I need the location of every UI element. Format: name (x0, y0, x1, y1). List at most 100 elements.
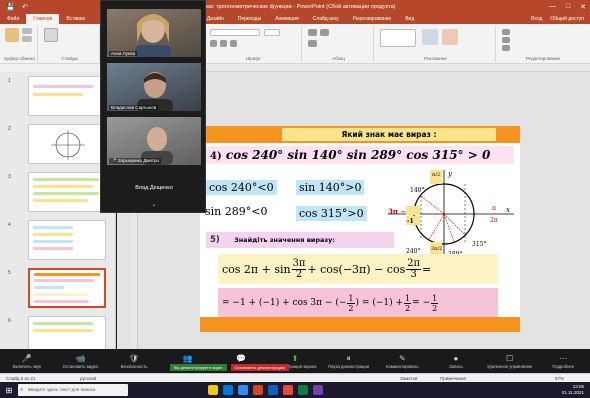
task-5-text: Знайдіть значення виразу: (234, 236, 336, 244)
shapes-gallery[interactable] (380, 29, 416, 47)
undo-icon[interactable]: ↶ (22, 3, 28, 11)
ppt-titlebar: 💾 ↶ Тема: тригонометрические функции - P… (0, 0, 590, 14)
video-button[interactable]: 📹 Остановить видео (54, 349, 108, 373)
ribbon-tabs: Файл Главная Вставка Дизайн Переходы Ани… (0, 14, 590, 24)
slide-thumbnail-selected[interactable] (28, 268, 106, 308)
ribbon-group-drawing: Рисование (376, 26, 496, 62)
thumbnail-number: 6 (8, 318, 11, 324)
participant-tile[interactable]: 🎤 Зорыщенко Дмитро (107, 117, 201, 165)
zoom-app-icon[interactable] (238, 385, 248, 395)
slide-thumbnail[interactable] (28, 172, 106, 212)
participant-tile[interactable]: Владислав Сартынов (107, 63, 201, 111)
tab-home[interactable]: Главная (26, 14, 60, 24)
numbering-icon[interactable] (320, 29, 329, 36)
edge-icon[interactable] (223, 385, 233, 395)
slide-thumbnail[interactable] (28, 124, 106, 164)
participant-placeholder-name: Влад Дещенко (135, 185, 173, 191)
close-button[interactable]: ✕ (580, 3, 586, 11)
file-explorer-icon[interactable] (208, 385, 218, 395)
formula2-part-a: = −1 + (−1) + cos 3π − (− (222, 298, 347, 308)
taskbar-apps (208, 385, 323, 395)
powerpoint-icon[interactable] (253, 385, 263, 395)
underline-icon[interactable] (230, 40, 237, 47)
paste-icon[interactable] (5, 28, 19, 42)
inequality-cos315: cos 315°>0 (296, 206, 367, 221)
tab-insert[interactable]: Вставка (59, 14, 92, 24)
system-tray-clock[interactable]: 13:05 01.11.2021 (562, 384, 584, 396)
bullets-icon[interactable] (308, 29, 317, 36)
tab-view[interactable]: Вид (398, 14, 421, 24)
notes-button[interactable]: Заметки (400, 376, 417, 381)
cut-icon[interactable] (22, 28, 32, 34)
save-icon[interactable]: 💾 (6, 3, 15, 11)
slide-counter: Слайд 5 из 21 (6, 375, 36, 381)
more-button[interactable]: ⋯ Подробнее (536, 349, 590, 373)
slide-thumbnail[interactable] (28, 76, 106, 116)
mute-button[interactable]: 🎤 Включить звук (0, 349, 54, 373)
align-center-icon[interactable] (308, 40, 317, 47)
language-indicator[interactable]: русский (80, 376, 96, 381)
participant-name-text: Зорыщенко Дмитро (117, 158, 159, 163)
share-button[interactable]: Общий доступ (550, 16, 584, 22)
group-label-paragraph: Абзац (332, 56, 345, 61)
chrome-icon[interactable] (283, 385, 293, 395)
excel-icon[interactable] (298, 385, 308, 395)
current-slide[interactable]: Який знак має вираз : 4) cos 240° sin 14… (200, 126, 520, 332)
label-x-axis: x (506, 206, 510, 214)
participant-video (135, 14, 171, 57)
frac-num: 2π (406, 257, 421, 270)
comments-button[interactable]: Примечания (440, 376, 466, 381)
security-button[interactable]: 🛡 Безопасность (107, 349, 161, 373)
formula1-part-c: = (422, 262, 432, 276)
participant-tile[interactable]: Анна Луева (107, 9, 201, 57)
inequality-cos240: cos 240°<0 (206, 180, 277, 195)
maximize-button[interactable]: □ (566, 3, 570, 11)
replace-icon[interactable] (502, 37, 510, 43)
quick-styles-icon[interactable] (442, 29, 458, 45)
label-pi-right-b: 2π (490, 217, 498, 224)
video-icon: 📹 (75, 353, 86, 363)
new-slide-icon[interactable] (44, 28, 58, 42)
task-4-number: 4) (210, 151, 222, 162)
slide-bottom-band (200, 317, 520, 332)
zoom-participants-panel[interactable]: Анна Луева Владислав Сартынов 🎤 Зорыщенк… (100, 0, 206, 213)
minimize-button[interactable]: — (549, 3, 556, 11)
formula-expression: cos 2π + sin 3π 2 + cos(−3π) − cos 2π 3 = (218, 254, 498, 284)
label-y-axis: y (447, 170, 453, 178)
record-button[interactable]: ● Запись (429, 349, 483, 373)
windows-taskbar: ⊞ ⌕ Введите здесь текст для поиска 13:05… (0, 382, 590, 398)
signin-link[interactable]: Вход (531, 16, 542, 22)
tab-review[interactable]: Рецензирование (346, 14, 399, 24)
remote-label: Удаленное управление (486, 363, 533, 369)
select-icon[interactable] (502, 45, 510, 51)
tab-transitions[interactable]: Переходы (231, 14, 268, 24)
window-title: Тема: тригонометрические функции - Power… (200, 4, 396, 10)
word-icon[interactable] (268, 385, 278, 395)
font-size-select[interactable] (264, 29, 280, 36)
bold-icon[interactable] (210, 40, 217, 47)
slide-thumbnail[interactable] (28, 220, 106, 260)
slide-thumbnails-panel: 1 2 3 4 5 6 (0, 72, 116, 354)
tab-file[interactable]: Файл (0, 14, 26, 24)
frac-den: 2 (348, 302, 354, 313)
remote-control-button[interactable]: ☐ Удаленное управление (483, 349, 537, 373)
stop-share-button[interactable]: Остановить демонстрацию (230, 364, 289, 371)
search-icon: ⌕ (20, 387, 24, 393)
taskbar-search-input[interactable]: ⌕ Введите здесь текст для поиска (18, 384, 128, 396)
tab-animations[interactable]: Анимация (268, 14, 305, 24)
thumbnail-number: 3 (8, 174, 11, 180)
copy-icon[interactable] (22, 36, 32, 42)
italic-icon[interactable] (220, 40, 227, 47)
chevron-down-icon[interactable]: ⌄ (148, 201, 160, 208)
chat-icon: 💬 (236, 353, 247, 363)
font-family-select[interactable] (210, 29, 260, 36)
zoom-level[interactable]: 67% (555, 376, 564, 381)
app-icon[interactable] (313, 385, 323, 395)
windows-start-icon[interactable]: ⊞ (0, 382, 18, 398)
tab-slideshow[interactable]: Слайд-шоу (306, 14, 346, 24)
participant-name: 🎤 Зорыщенко Дмитро (109, 158, 161, 164)
slide-thumbnail[interactable] (28, 316, 106, 350)
pencil-icon: ✎ (398, 353, 406, 363)
find-icon[interactable] (502, 29, 510, 35)
arrange-icon[interactable] (422, 29, 438, 45)
